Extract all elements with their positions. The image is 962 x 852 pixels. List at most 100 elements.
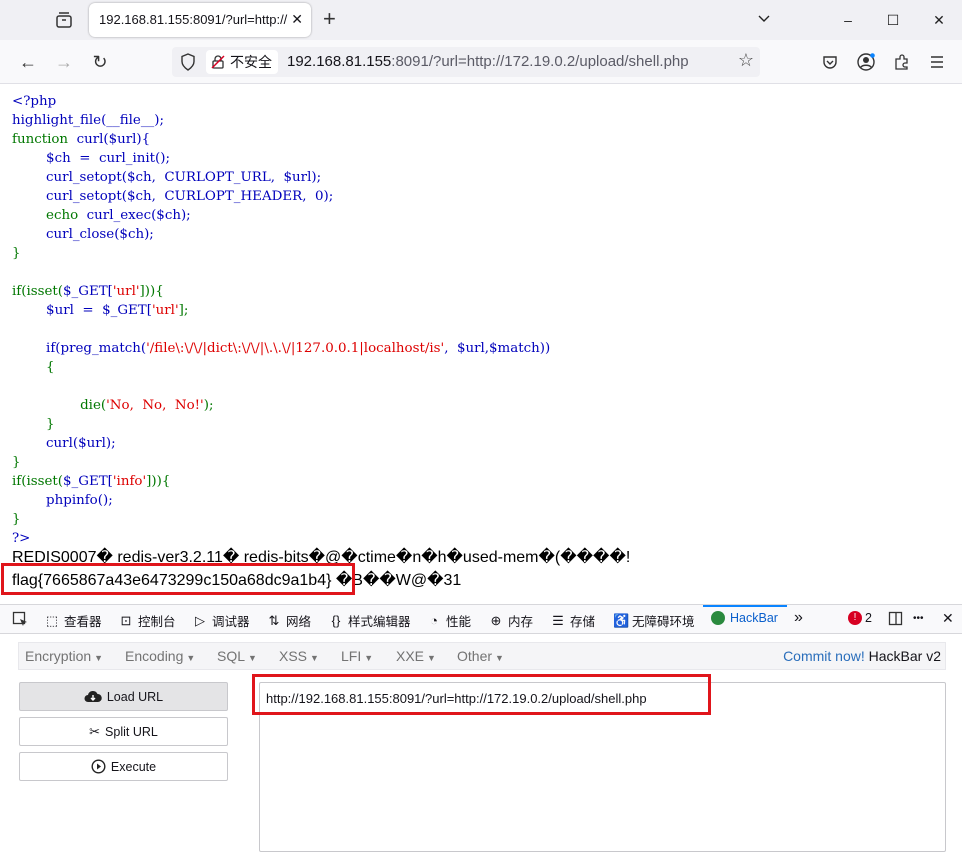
tab-style-editor-label: 样式编辑器: [348, 615, 411, 629]
code-line: $ch = curl_init();: [12, 151, 170, 166]
tab-storage[interactable]: ☰ 存储: [551, 611, 595, 630]
account-avatar-icon[interactable]: [854, 50, 878, 74]
tab-memory[interactable]: ⊕ 内存: [489, 611, 533, 630]
play-circle-icon: [91, 759, 106, 774]
menu-other[interactable]: Other ▼: [457, 648, 504, 664]
code-line: curl_setopt($ch, CURLOPT_URL, $url);: [12, 170, 322, 185]
extensions-puzzle-icon[interactable]: [890, 50, 914, 74]
tab-overflow-chevron-icon[interactable]: [754, 10, 774, 30]
code-line: 'No, No, No!': [106, 398, 204, 413]
url-bar[interactable]: 不安全 192.168.81.155:8091/?url=http://172.…: [172, 47, 760, 77]
menu-xss-label: XSS: [279, 648, 308, 664]
tab-console[interactable]: ⊡ 控制台: [119, 611, 176, 630]
new-tab-button[interactable]: +: [323, 7, 336, 31]
tab-performance[interactable]: ◔ 性能: [427, 611, 471, 630]
code-line: if(preg_match(: [12, 341, 147, 356]
code-line: curl_exec($ch);: [78, 208, 191, 223]
caret-down-icon: ▼: [364, 653, 374, 663]
tab-debugger[interactable]: ▷ 调试器: [193, 611, 250, 630]
tab-hackbar-label: HackBar: [730, 611, 778, 625]
code-line: $_GET[: [63, 284, 113, 299]
element-picker-icon[interactable]: [12, 611, 28, 627]
navigation-bar: ← → ↻ 不安全 192.168.81.155:8091/?url=http:…: [0, 40, 962, 84]
tab-close-icon[interactable]: ✕: [291, 11, 303, 28]
load-url-button[interactable]: Load URL: [19, 682, 228, 711]
menu-sql[interactable]: SQL ▼: [217, 648, 257, 664]
memory-icon: ⊕: [490, 612, 502, 628]
url-highlight-box: [252, 674, 711, 715]
accessibility-icon: ♿: [613, 612, 630, 628]
tab-list-button[interactable]: [52, 8, 76, 32]
menu-encoding[interactable]: Encoding ▼: [125, 648, 195, 664]
tab-accessibility-label: 无障碍环境: [632, 615, 695, 629]
error-count-badge[interactable]: ! 2: [848, 611, 872, 625]
hackbar-version: HackBar v2: [864, 648, 941, 664]
menu-xss[interactable]: XSS ▼: [279, 648, 319, 664]
split-url-button[interactable]: ✂ Split URL: [19, 717, 228, 746]
app-menu-icon[interactable]: [925, 50, 949, 74]
code-line: function: [12, 132, 69, 147]
code-line: if(isset(: [12, 284, 64, 299]
tab-debugger-label: 调试器: [212, 615, 250, 629]
maximize-button[interactable]: ☐: [883, 10, 903, 30]
caret-down-icon: ▼: [495, 653, 504, 663]
performance-icon: ◔: [430, 613, 438, 628]
forward-button[interactable]: →: [52, 50, 76, 74]
code-line: );: [203, 398, 214, 413]
back-button[interactable]: ←: [16, 50, 40, 74]
browser-tab[interactable]: 192.168.81.155:8091/?url=http:// ✕: [89, 3, 311, 37]
address-text[interactable]: 192.168.81.155:8091/?url=http://172.19.0…: [287, 53, 689, 70]
tab-accessibility[interactable]: ♿ 无障碍环境: [613, 611, 695, 630]
menu-lfi[interactable]: LFI ▼: [341, 648, 373, 664]
insecure-lock-icon: [211, 55, 225, 69]
code-line: ])){: [139, 284, 164, 299]
execute-button[interactable]: Execute: [19, 752, 228, 781]
menu-xxe[interactable]: XXE ▼: [396, 648, 436, 664]
code-line: ];: [178, 303, 189, 318]
menu-encryption-label: Encryption: [25, 648, 92, 664]
insecure-connection-badge[interactable]: 不安全: [206, 50, 278, 74]
menu-encryption[interactable]: Encryption ▼: [25, 648, 103, 664]
tab-style-editor[interactable]: {} 样式编辑器: [329, 611, 411, 630]
close-window-button[interactable]: ✕: [929, 10, 949, 30]
tab-bar: 192.168.81.155:8091/?url=http:// ✕ + – ☐…: [0, 0, 962, 40]
page-content: <?php highlight_file(__file__); function…: [0, 84, 962, 604]
dock-side-icon[interactable]: [888, 611, 903, 626]
devtools-close-icon[interactable]: ✕: [942, 610, 954, 627]
tab-inspector[interactable]: ⬚ 查看器: [45, 611, 102, 630]
tab-hackbar[interactable]: HackBar: [711, 611, 778, 625]
pocket-icon[interactable]: [818, 50, 842, 74]
menu-lfi-label: LFI: [341, 648, 362, 664]
commit-now-link[interactable]: Commit now!: [783, 648, 865, 664]
more-tabs-chevron-icon[interactable]: »: [794, 609, 803, 627]
code-line: curl($url){: [68, 132, 151, 147]
code-line: '/file\:\/\/|dict\:\/\/|\.\.\/|127.0.0.1…: [146, 341, 445, 356]
scissors-icon: ✂: [89, 723, 101, 739]
commit-banner: Commit now! HackBar v2: [783, 648, 941, 664]
tab-list-icon: [56, 12, 72, 28]
code-line: phpinfo();: [12, 493, 113, 508]
menu-xxe-label: XXE: [396, 648, 425, 664]
caret-down-icon: ▼: [248, 653, 257, 663]
debugger-icon: ▷: [195, 612, 205, 628]
code-line: }: [12, 417, 55, 432]
caret-down-icon: ▼: [427, 653, 436, 663]
hackbar-logo-icon: [711, 611, 725, 625]
caret-down-icon: ▼: [310, 653, 319, 663]
code-line: }: [12, 246, 21, 261]
menu-other-label: Other: [457, 648, 493, 664]
bookmark-star-icon[interactable]: ☆: [738, 50, 754, 71]
devtools-options-icon[interactable]: •••: [913, 613, 924, 624]
code-line: }: [12, 455, 21, 470]
minimize-button[interactable]: –: [838, 10, 858, 30]
caret-down-icon: ▼: [186, 653, 196, 663]
tab-network[interactable]: ⇅ 网络: [267, 611, 311, 630]
style-editor-icon: {}: [331, 613, 341, 628]
menu-encoding-label: Encoding: [125, 648, 184, 664]
devtools-toolbar: ⬚ 查看器 ⊡ 控制台 ▷ 调试器 ⇅ 网络 {} 样式编辑器 ◔ 性能 ⊕ 内存 ☰ 存储 ♿…: [0, 604, 962, 634]
tab-title: 192.168.81.155:8091/?url=http://: [99, 12, 288, 27]
load-url-label: Load URL: [106, 689, 164, 704]
insecure-label: 不安全: [230, 54, 272, 70]
reload-button[interactable]: ↻: [88, 50, 112, 74]
tracking-shield-icon[interactable]: [178, 52, 198, 72]
